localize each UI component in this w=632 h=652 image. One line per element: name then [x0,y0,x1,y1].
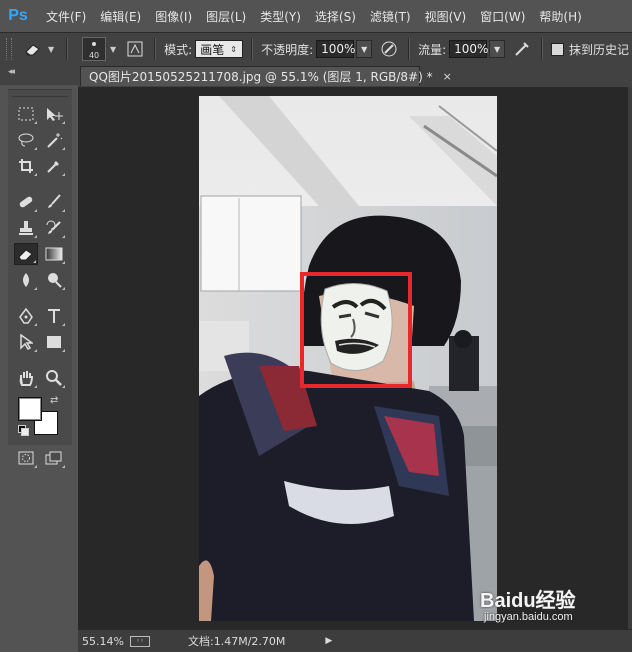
status-icon[interactable]: ◦◦ [130,635,150,647]
watermark-brand: Baidu经验 [480,590,576,612]
eraser-tool-icon[interactable] [14,243,38,265]
eraser-tool-preset-icon[interactable] [22,38,44,60]
blur-tool-icon[interactable] [14,269,38,291]
brush-tip-icon [92,42,97,46]
canvas-area[interactable]: Baidu经验 jingyan.baidu.com [78,87,632,629]
menu-image[interactable]: 图像(I) [155,8,192,25]
flow-dropdown-button[interactable]: ▼ [489,40,506,58]
divider [66,38,69,60]
divider [541,38,544,60]
mode-value: 画笔 [200,42,225,57]
watermark-site: jingyan.baidu.com [484,611,573,623]
toolbar-header: ◂◂ [0,65,78,85]
brush-size-value: 40 [88,51,100,60]
document-canvas[interactable] [199,96,497,621]
divider [251,38,254,60]
opacity-input[interactable]: 100% [316,40,355,58]
divider [154,38,157,60]
magic-wand-tool-icon[interactable] [42,129,66,151]
erase-to-history-checkbox[interactable] [551,42,565,56]
foreground-color-swatch[interactable] [18,397,42,421]
brush-tool-icon[interactable] [42,191,66,213]
erase-to-history-label: 抹到历史记 [569,42,630,57]
color-swatches: ⇄ [8,393,72,441]
path-selection-tool-icon[interactable] [14,331,38,353]
eyedropper-tool-icon[interactable] [42,155,66,177]
crop-tool-icon[interactable] [14,155,38,177]
flow-input[interactable]: 100% [449,40,488,58]
document-info: 文档:1.47M/2.70M [188,635,286,648]
chevron-down-icon[interactable]: ▼ [110,45,116,54]
screen-mode-icon[interactable] [42,447,66,469]
menu-file[interactable]: 文件(F) [46,8,86,25]
opacity-label: 不透明度: [261,42,314,57]
highlight-box [300,272,412,388]
history-brush-tool-icon[interactable] [42,217,66,239]
close-icon[interactable]: × [443,70,452,83]
hand-tool-icon[interactable] [14,367,38,389]
quick-mask-icon[interactable] [14,447,38,469]
brush-panel-toggle-icon[interactable] [124,38,146,60]
type-tool-icon[interactable] [42,305,66,327]
opacity-dropdown-button[interactable]: ▼ [356,40,373,58]
swap-colors-icon[interactable]: ⇄ [50,395,58,406]
menu-help[interactable]: 帮助(H) [539,8,581,25]
dodge-tool-icon[interactable] [42,269,66,291]
zoom-level[interactable]: 55.14% [82,635,124,648]
flow-label: 流量: [418,42,447,57]
clone-stamp-tool-icon[interactable] [14,217,38,239]
status-bar: 55.14% ◦◦ 文档:1.47M/2.70M ▶ [78,629,632,652]
status-menu-arrow-icon[interactable]: ▶ [325,636,332,646]
right-panel-edge [628,87,632,651]
menu-view[interactable]: 视图(V) [425,8,467,25]
divider [408,38,411,60]
photoshop-logo: Ps [8,7,28,24]
menu-select[interactable]: 选择(S) [315,8,356,25]
updown-icon: ⇕ [230,44,237,54]
document-tab-title: QQ图片20150525211708.jpg @ 55.1% (图层 1, RG… [89,70,433,84]
watermark-logo: Baidu经验 [480,584,576,613]
collapse-panel-icon[interactable]: ◂◂ [8,67,15,77]
document-tab-bar: QQ图片20150525211708.jpg @ 55.1% (图层 1, RG… [78,65,632,87]
menu-filter[interactable]: 滤镜(T) [370,8,411,25]
airbrush-icon[interactable] [511,38,533,60]
mode-select[interactable]: 画笔 ⇕ [195,40,244,58]
options-grip[interactable] [6,38,12,60]
menu-type[interactable]: 类型(Y) [260,8,301,25]
zoom-tool-icon[interactable] [42,367,66,389]
brush-size-picker[interactable]: 40 [82,37,107,61]
default-colors-icon[interactable] [18,425,29,436]
tools-panel: ⇄ [8,89,72,468]
gradient-tool-icon[interactable] [42,243,66,265]
document-tab[interactable]: QQ图片20150525211708.jpg @ 55.1% (图层 1, RG… [80,66,452,86]
menu-bar: Ps 文件(F) 编辑(E) 图像(I) 图层(L) 类型(Y) 选择(S) 滤… [0,0,632,32]
move-tool-icon[interactable] [42,103,66,125]
pen-tool-icon[interactable] [14,305,38,327]
mode-label: 模式: [164,42,193,57]
menu-edit[interactable]: 编辑(E) [100,8,141,25]
menu-layer[interactable]: 图层(L) [206,8,246,25]
chevron-down-icon[interactable]: ▼ [48,45,54,54]
healing-brush-tool-icon[interactable] [14,191,38,213]
lasso-tool-icon[interactable] [14,129,38,151]
rectangle-tool-icon[interactable] [42,331,66,353]
pressure-opacity-icon[interactable] [378,38,400,60]
tools-panel-grip[interactable] [12,90,68,97]
options-bar: ▼ 40 ▼ 模式: 画笔 ⇕ 不透明度: 100% ▼ 流量: 100% ▼ … [0,32,632,66]
menu-window[interactable]: 窗口(W) [480,8,525,25]
marquee-tool-icon[interactable] [14,103,38,125]
